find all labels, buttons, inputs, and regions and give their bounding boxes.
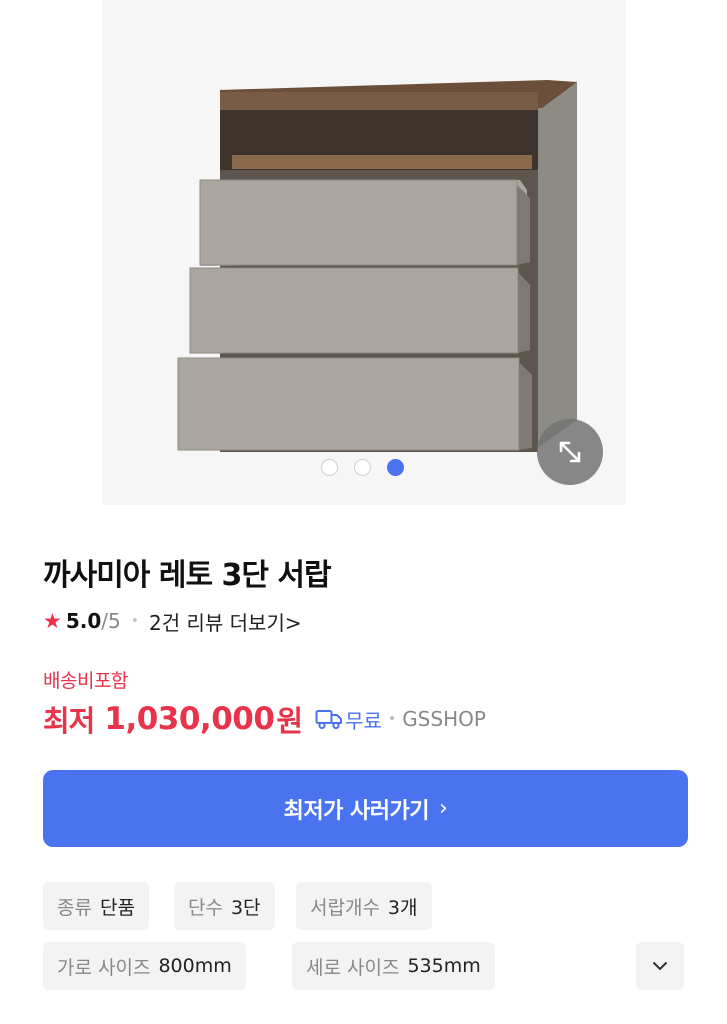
spec-value: 3단 bbox=[230, 896, 261, 919]
spec-chip-drawer-count: 서랍개수 3개 bbox=[296, 882, 432, 930]
price-value: 1,030,000 bbox=[104, 701, 275, 737]
spec-chip-tiers: 단수 3단 bbox=[174, 882, 275, 930]
mall-name: GSSHOP bbox=[402, 707, 486, 731]
spec-key: 서랍개수 bbox=[310, 896, 380, 919]
expand-icon[interactable] bbox=[537, 419, 603, 485]
price-label: 최저 bbox=[43, 704, 95, 738]
spec-value: 단품 bbox=[99, 896, 135, 919]
spec-key: 종류 bbox=[57, 896, 92, 919]
spec-key: 가로 사이즈 bbox=[57, 956, 151, 979]
price-unit: 원 bbox=[276, 704, 304, 738]
rating-out-of: /5 bbox=[101, 609, 121, 633]
spec-value: 800mm bbox=[158, 955, 232, 977]
star-icon: ★ bbox=[43, 609, 62, 633]
rating-row: ★ 5.0 /5 • 2건 리뷰 더보기> bbox=[43, 607, 302, 635]
gallery-dot-active[interactable] bbox=[386, 459, 404, 476]
spec-chip-width: 가로 사이즈 800mm bbox=[43, 942, 246, 990]
spec-value: 535mm bbox=[407, 955, 481, 977]
separator-dot: • bbox=[387, 711, 397, 727]
gallery-dot[interactable] bbox=[320, 459, 338, 476]
spec-key: 세로 사이즈 bbox=[306, 956, 400, 979]
spec-chip-height: 세로 사이즈 535mm bbox=[292, 942, 495, 990]
gallery-dot[interactable] bbox=[353, 459, 371, 476]
buy-lowest-price-button[interactable]: 최저가 사러가기 › bbox=[43, 770, 688, 847]
spec-key: 단수 bbox=[188, 896, 223, 919]
spec-chip-type: 종류 단품 bbox=[43, 882, 149, 930]
review-more-link[interactable]: 2건 리뷰 더보기> bbox=[149, 607, 302, 636]
chevron-right-icon: › bbox=[439, 796, 448, 821]
product-title: 까사미아 레토 3단 서랍 bbox=[43, 558, 332, 593]
delivery-fee-free: 무료 bbox=[345, 708, 382, 733]
spec-value: 3개 bbox=[387, 896, 418, 919]
price-row: 최저 1,030,000 원 무료 • GSSHOP bbox=[43, 697, 486, 741]
shipping-included-note: 배송비포함 bbox=[43, 670, 128, 692]
chevron-down-icon[interactable] bbox=[636, 942, 684, 990]
truck-icon bbox=[315, 708, 343, 730]
cta-label: 최저가 사러가기 bbox=[283, 798, 430, 824]
separator-dot: • bbox=[130, 613, 139, 629]
rating-score: 5.0 bbox=[65, 609, 102, 633]
